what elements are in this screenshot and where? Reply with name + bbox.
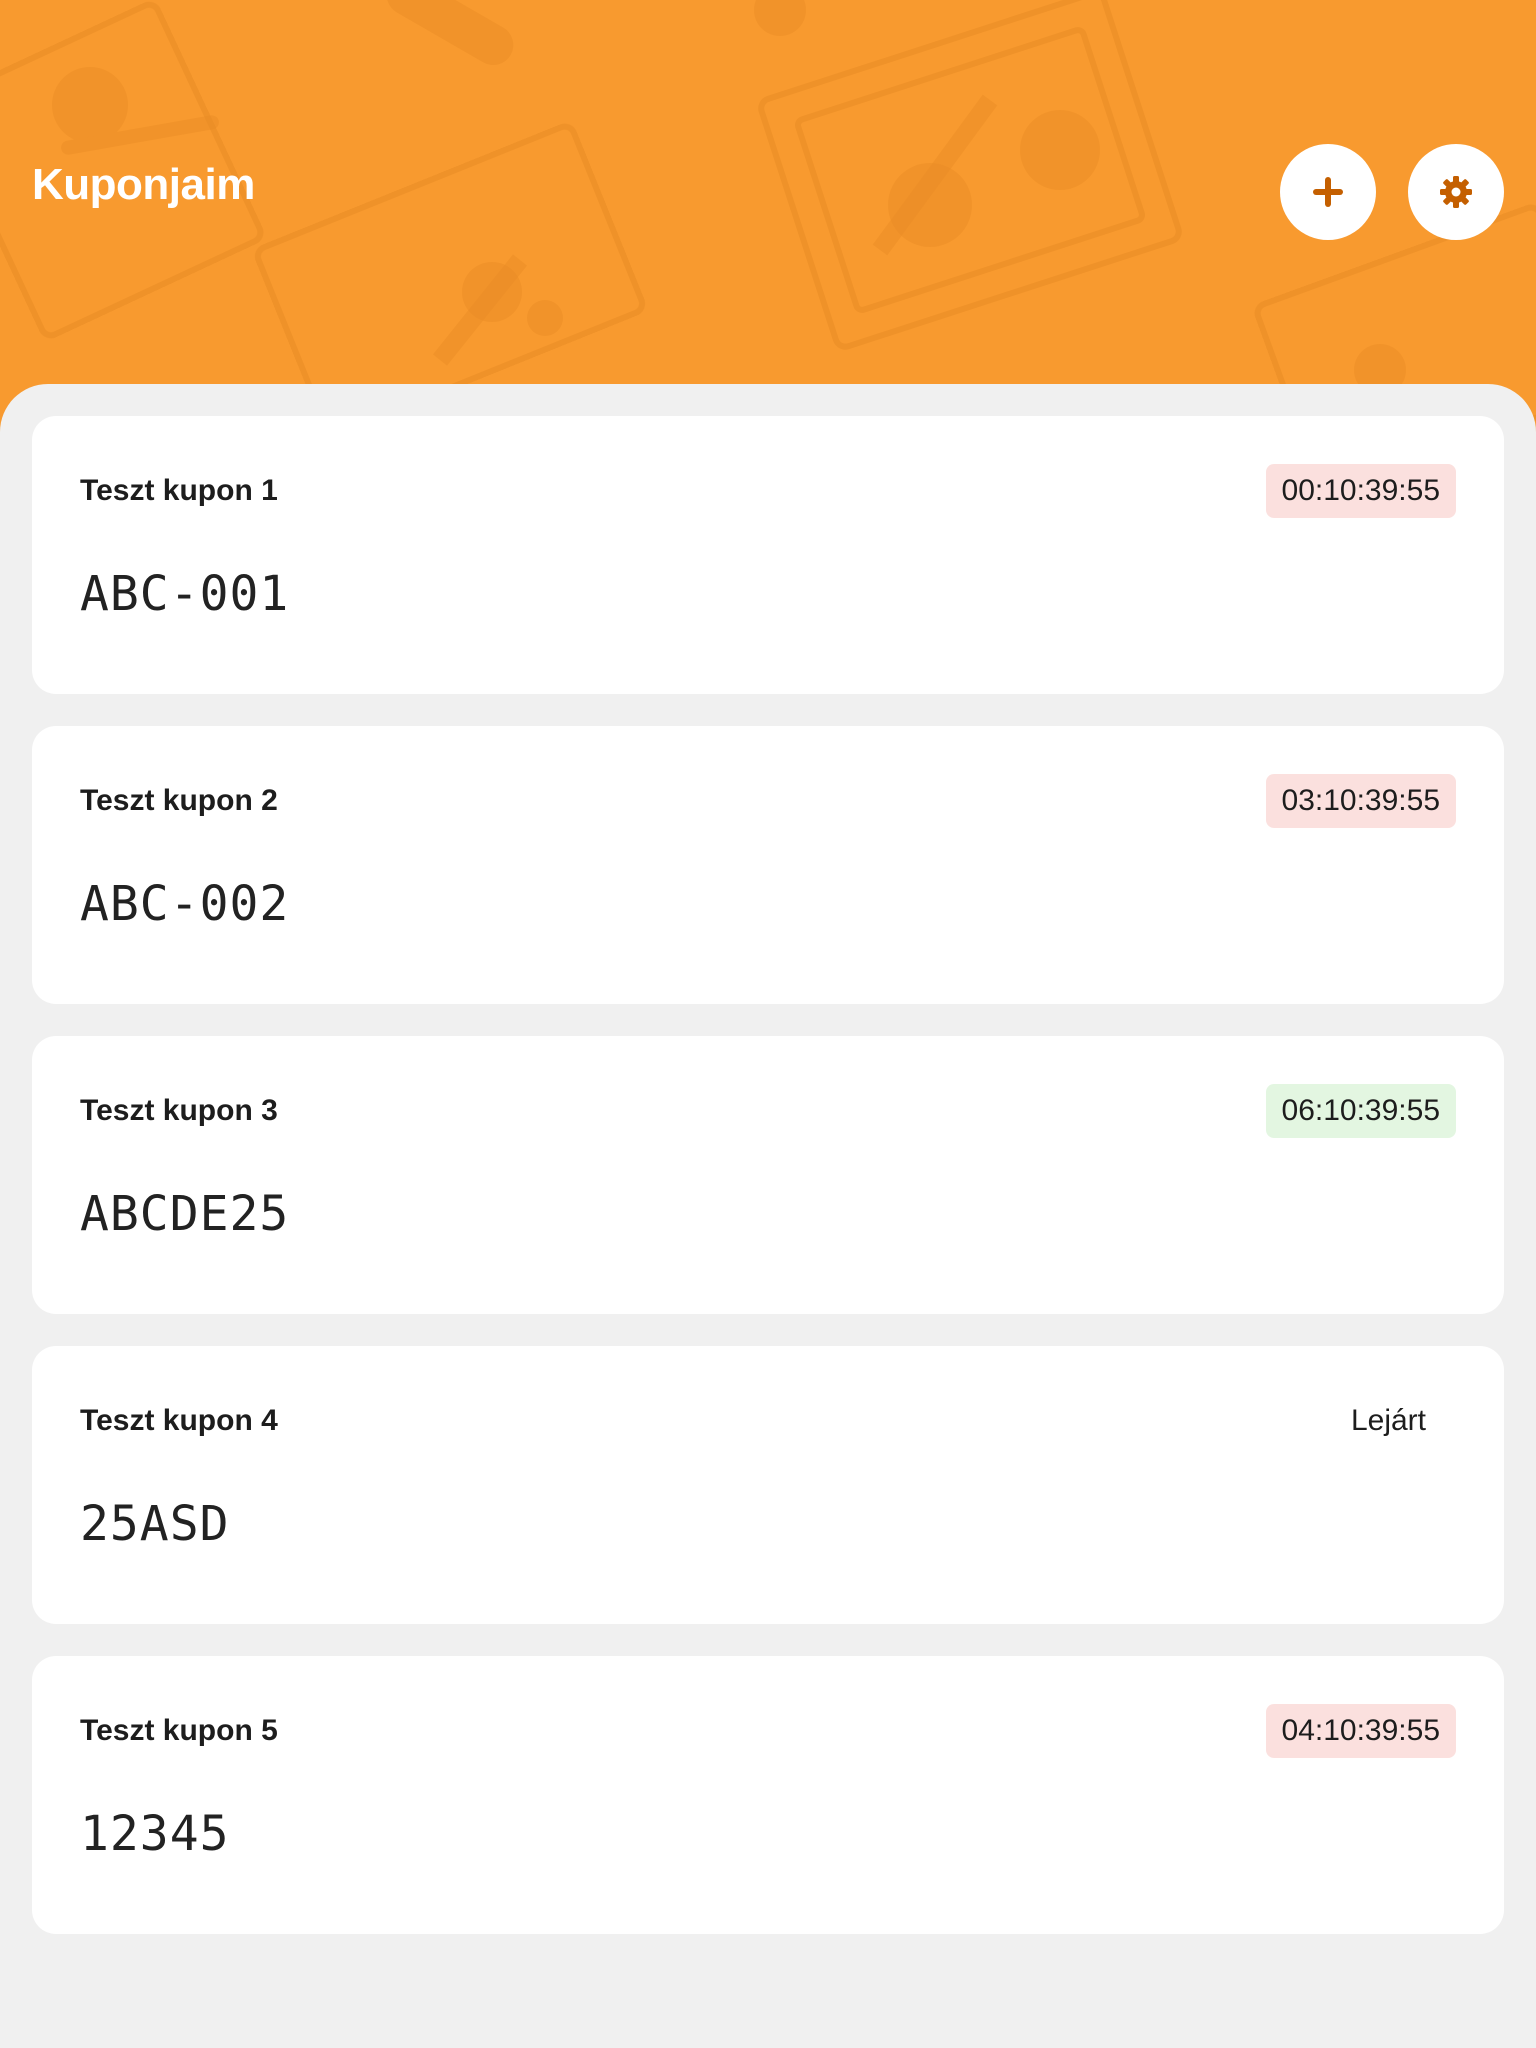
coupon-expired-label: Lejárt — [1350, 1404, 1426, 1437]
coupon-countdown-badge: 00:10:39:55 — [1265, 464, 1456, 518]
coupon-countdown-badge: 06:10:39:55 — [1265, 1084, 1456, 1138]
coupon-code: ABCDE25 — [80, 1186, 290, 1242]
coupon-code: ABC-001 — [80, 566, 290, 622]
coupon-code: 25ASD — [80, 1496, 230, 1552]
coupon-title: Teszt kupon 5 — [80, 1714, 278, 1747]
page-title: Kuponjaim — [32, 160, 255, 209]
coupon-countdown-badge: 03:10:39:55 — [1265, 774, 1456, 828]
coupon-code: ABC-002 — [80, 876, 290, 932]
plus-icon — [1313, 177, 1343, 207]
coupon-title: Teszt kupon 2 — [80, 784, 278, 817]
coupon-list: Teszt kupon 1 00:10:39:55 ABC-001 Teszt … — [0, 384, 1536, 2048]
gear-icon — [1440, 176, 1472, 208]
coupon-card[interactable]: Teszt kupon 4 Lejárt 25ASD — [32, 1346, 1504, 1624]
coupon-code: 12345 — [80, 1806, 230, 1862]
add-coupon-button[interactable] — [1280, 144, 1376, 240]
coupon-title: Teszt kupon 1 — [80, 474, 278, 507]
coupon-card[interactable]: Teszt kupon 3 06:10:39:55 ABCDE25 — [32, 1036, 1504, 1314]
settings-button[interactable] — [1408, 144, 1504, 240]
coupon-card[interactable]: Teszt kupon 5 04:10:39:55 12345 — [32, 1656, 1504, 1934]
coupon-countdown-badge: 04:10:39:55 — [1265, 1704, 1456, 1758]
coupon-card[interactable]: Teszt kupon 2 03:10:39:55 ABC-002 — [32, 726, 1504, 1004]
coupon-title: Teszt kupon 4 — [80, 1404, 278, 1437]
coupon-card[interactable]: Teszt kupon 1 00:10:39:55 ABC-001 — [32, 416, 1504, 694]
coupon-title: Teszt kupon 3 — [80, 1094, 278, 1127]
app-header: Kuponjaim — [0, 0, 1536, 440]
